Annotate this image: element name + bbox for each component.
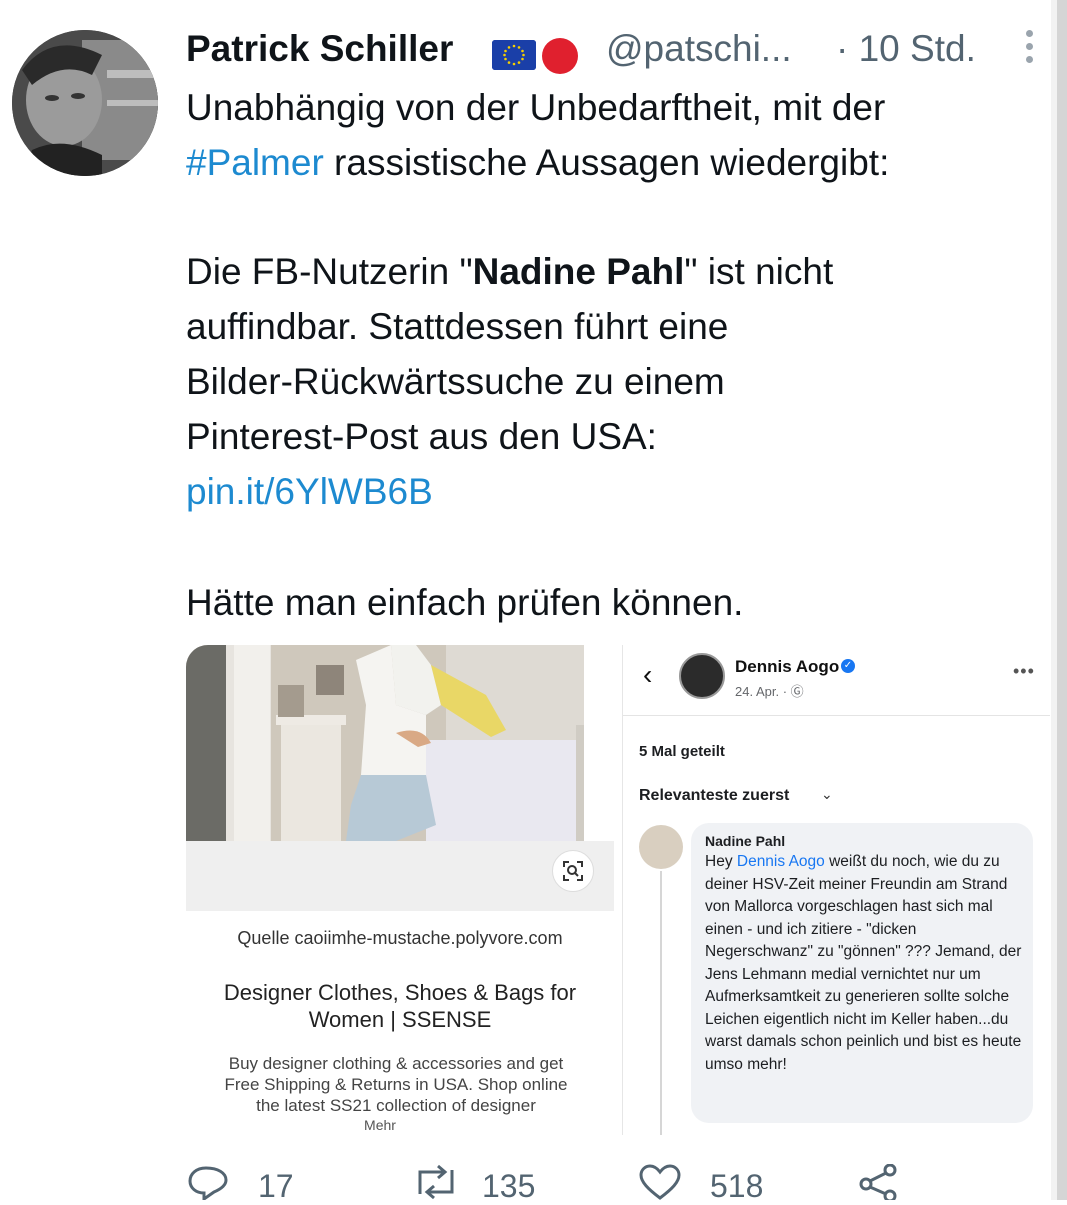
retweet-button[interactable]: 135 [410,1160,560,1204]
tweet-text-line: Hätte man einfach prüfen können. [186,582,744,623]
like-icon [639,1164,681,1200]
pin-more-link[interactable]: Mehr [186,1117,574,1133]
pin-link[interactable]: pin.it/6YlWB6B [186,471,433,512]
tweet-text-line: pin.it/6YlWB6B [186,464,433,520]
fb-share-count[interactable]: 5 Mal geteilt [639,743,725,760]
tweet-timestamp[interactable]: · 10 Std. [836,28,976,70]
share-button[interactable] [858,1160,908,1200]
tweet-text-line: #Palmer rassistische Aussagen wiedergibt… [186,142,890,183]
reply-count: 17 [258,1168,294,1204]
fb-commenter-name[interactable]: Nadine Pahl [705,833,785,849]
hashtag-link[interactable]: #Palmer [186,142,324,183]
tweet-header: Patrick Schiller @patschi... · 10 Std. [186,28,1046,78]
tweet-actions: 17 135 518 [186,1160,1066,1204]
reply-button[interactable]: 17 [186,1160,326,1204]
visual-search-icon[interactable] [552,850,594,892]
like-button[interactable]: 518 [638,1160,788,1204]
facebook-screenshot[interactable]: ‹ Dennis Aogo ✓ 24. Apr. · Ⓖ ••• 5 Mal g… [622,645,1050,1135]
author-avatar[interactable] [12,30,158,176]
fb-sort-select[interactable]: Relevanteste zuerst [639,787,789,805]
tweet-media[interactable]: Quelle caoiimhe-mustache.polyvore.com De… [186,645,1050,1135]
tweet-text-line: Die FB-Nutzerin "Nadine Pahl" ist nicht [186,251,834,292]
retweet-icon [418,1164,454,1200]
fb-mention[interactable]: Dennis Aogo [737,853,825,870]
verified-icon: ✓ [841,659,855,673]
fb-comment-bubble: Nadine Pahl Hey Dennis Aogo weißt du noc… [691,823,1033,1123]
back-arrow-icon[interactable]: ‹ [643,659,652,691]
thread-line [660,871,662,1135]
chevron-down-icon[interactable]: ⌄ [821,786,833,803]
tweet-text-line: Pinterest-Post aus den USA: [186,416,657,457]
red-circle-icon [542,38,578,74]
pin-source[interactable]: Quelle caoiimhe-mustache.polyvore.com [186,928,614,949]
pin-image-footer [186,841,614,911]
fb-poster-avatar[interactable] [679,653,725,699]
fb-more-icon[interactable]: ••• [1013,661,1035,682]
reply-icon [188,1166,228,1200]
pin-description: Buy designer clothing & accessories and … [224,1054,568,1115]
pin-title[interactable]: Designer Clothes, Shoes & Bags for Women… [186,979,614,1033]
share-icon [859,1164,897,1200]
tweet-text-line: Unabhängig von der Unbedarftheit, mit de… [186,87,886,128]
fb-poster-name[interactable]: Dennis Aogo [735,657,839,677]
pin-photo [186,645,584,841]
more-vertical-icon[interactable] [1022,30,1036,70]
author-name[interactable]: Patrick Schiller [186,28,453,70]
author-handle[interactable]: @patschi... [606,28,792,70]
tweet-text-line: auffindbar. Stattdessen führt eine [186,306,729,347]
retweet-count: 135 [482,1168,536,1204]
frame-border [1057,0,1067,1200]
fb-post-date: 24. Apr. · Ⓖ [735,684,804,699]
fb-commenter-avatar[interactable] [639,825,683,869]
tweet-text-line: Bilder-Rückwärtssuche zu einem [186,361,725,402]
fb-comment-text: Hey Dennis Aogo weißt du noch, wie du zu… [705,853,1022,1073]
pinterest-screenshot[interactable]: Quelle caoiimhe-mustache.polyvore.com De… [186,645,614,1135]
eu-flag-icon [492,40,536,70]
like-count: 518 [710,1168,764,1204]
divider [623,715,1050,716]
